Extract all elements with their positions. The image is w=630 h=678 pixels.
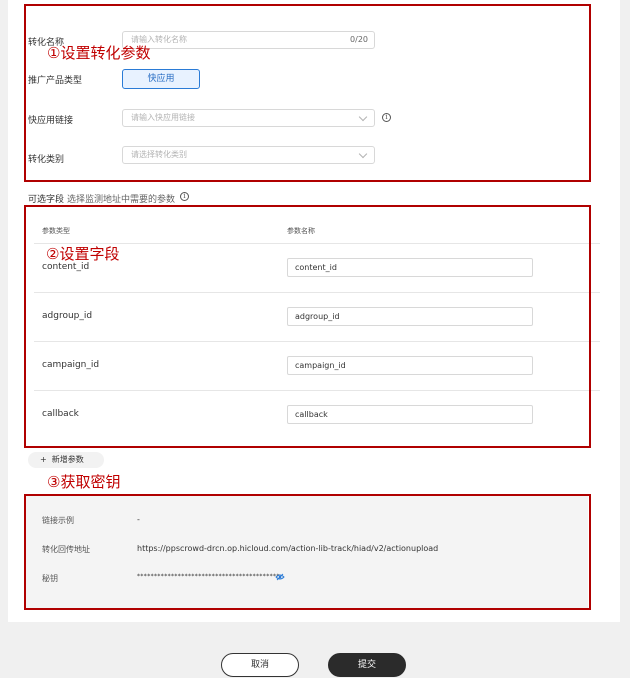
param-type: callback: [42, 409, 79, 419]
param-name-input[interactable]: content_id: [287, 258, 533, 277]
annotation-step1: ①设置转化参数: [47, 44, 151, 62]
chevron-down-icon: [358, 149, 368, 159]
param-name-input[interactable]: callback: [287, 405, 533, 424]
param-name-input[interactable]: adgroup_id: [287, 307, 533, 326]
param-type: campaign_id: [42, 360, 100, 370]
submit-button[interactable]: 提交: [328, 653, 406, 677]
table-row: callback callback: [34, 390, 600, 439]
conversion-category-placeholder: 请选择转化类别: [131, 150, 187, 159]
quickapp-link-select[interactable]: 请输入快应用链接: [122, 109, 375, 127]
conversion-name-input[interactable]: 请输入转化名称 0/20: [122, 31, 375, 49]
char-counter: 0/20: [350, 35, 368, 44]
conversion-category-select[interactable]: 请选择转化类别: [122, 146, 375, 164]
link-example-value: -: [137, 515, 140, 524]
quickapp-link-placeholder: 请输入快应用链接: [131, 113, 195, 122]
eye-off-icon[interactable]: [275, 573, 285, 581]
callback-address-value: https://ppscrowd-drcn.op.hicloud.com/act…: [137, 544, 439, 553]
info-icon[interactable]: i: [180, 192, 189, 201]
cancel-button[interactable]: 取消: [221, 653, 299, 677]
quickapp-type-button[interactable]: 快应用: [122, 69, 200, 89]
link-example-label: 链接示例: [42, 516, 74, 525]
info-icon[interactable]: i: [382, 113, 391, 122]
column-param-name: 参数名称: [287, 227, 315, 235]
annotation-step2: ②设置字段: [46, 245, 120, 263]
product-type-label: 推广产品类型: [28, 76, 83, 86]
secret-value: ****************************************…: [137, 573, 280, 580]
key-panel: 链接示例 - 转化回传地址 https://ppscrowd-drcn.op.h…: [25, 496, 588, 608]
quickapp-link-label: 快应用链接: [28, 116, 74, 126]
chevron-down-icon: [358, 112, 368, 122]
annotation-step3: ③获取密钥: [47, 473, 121, 491]
column-param-type: 参数类型: [42, 227, 70, 235]
optional-fields-hint: 选择监测地址中需要的参数: [67, 195, 176, 205]
table-row: adgroup_id adgroup_id: [34, 292, 600, 342]
param-type: adgroup_id: [42, 311, 93, 321]
secret-label: 秘钥: [42, 574, 58, 583]
param-name-input[interactable]: campaign_id: [287, 356, 533, 375]
plus-icon: +: [40, 455, 47, 464]
callback-address-label: 转化回传地址: [42, 545, 90, 554]
conversion-category-label: 转化类别: [28, 155, 65, 165]
table-header: 参数类型 参数名称: [34, 217, 600, 244]
table-row: campaign_id campaign_id: [34, 341, 600, 391]
optional-fields-label: 可选字段: [28, 195, 65, 205]
add-param-button[interactable]: + 新增参数: [28, 452, 104, 468]
add-param-label: 新增参数: [51, 455, 84, 464]
